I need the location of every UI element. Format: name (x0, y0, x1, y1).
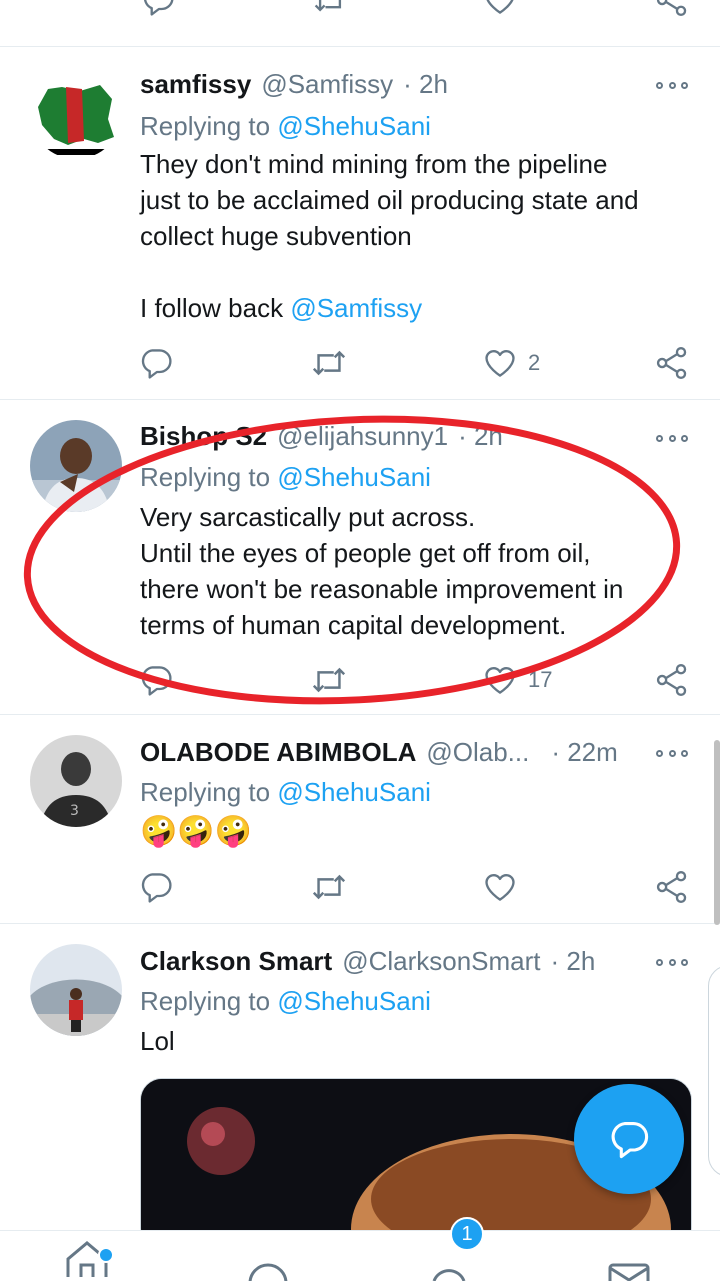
share-icon (654, 662, 690, 698)
reply-icon (138, 869, 174, 905)
share-icon (654, 345, 690, 381)
nav-search[interactable] (242, 1231, 302, 1286)
scrollbar[interactable] (714, 740, 720, 925)
mail-icon (608, 1263, 650, 1286)
retweet-icon (310, 344, 348, 382)
more-options-icon[interactable] (656, 77, 688, 93)
like-count: 17 (528, 667, 553, 692)
tweet-actions (0, 867, 720, 907)
like-icon (482, 345, 518, 381)
avatar[interactable] (30, 420, 122, 512)
share-button[interactable] (654, 867, 690, 907)
reply-icon[interactable] (140, 0, 176, 18)
tweet-actions: 2 (0, 343, 720, 383)
like-button[interactable]: 2 (482, 343, 540, 383)
retweet-button[interactable] (310, 343, 348, 383)
replying-to-mention[interactable]: @ShehuSani (277, 111, 431, 141)
like-icon (482, 662, 518, 698)
reply-icon (138, 662, 174, 698)
display-name[interactable]: Bishop S2 (140, 421, 267, 452)
like-icon[interactable] (482, 0, 518, 18)
tweet-samfissy[interactable]: samfissy @Samfissy · 2h Replying to @She… (0, 47, 720, 400)
tweet-bishop-s2[interactable]: Bishop S2 @elijahsunny1 · 2h Replying to… (0, 400, 720, 715)
tweet-emoji: 🤪🤪🤪 (140, 815, 253, 848)
tweet-text: They don't mind mining from the pipeline… (140, 149, 639, 323)
user-handle[interactable]: @Olab... (426, 737, 529, 768)
tweet-text: Lol (140, 1026, 175, 1056)
svg-text:3: 3 (70, 803, 79, 819)
compose-reply-button[interactable] (574, 1084, 684, 1194)
retweet-icon (310, 868, 348, 906)
timestamp: · 22m (551, 736, 618, 767)
timestamp: · 2h (403, 68, 448, 99)
avatar[interactable]: 3 (30, 735, 122, 827)
avatar[interactable] (30, 67, 122, 159)
replying-to: Replying to @ShehuSani (140, 777, 431, 807)
reply-button[interactable] (138, 660, 174, 700)
search-icon (248, 1263, 288, 1286)
nav-messages[interactable] (604, 1231, 664, 1286)
like-button[interactable] (482, 867, 518, 907)
home-new-dot (98, 1247, 114, 1263)
display-name[interactable]: OLABODE ABIMBOLA (140, 737, 416, 768)
timestamp: · 2h (550, 945, 596, 976)
share-icon[interactable] (654, 0, 690, 18)
replying-to: Replying to @ShehuSani (140, 462, 431, 492)
replying-to-mention[interactable]: @ShehuSani (277, 986, 431, 1016)
like-count: 2 (528, 350, 541, 375)
replying-to-mention[interactable]: @ShehuSani (277, 462, 431, 492)
avatar[interactable] (30, 944, 122, 1036)
more-options-icon[interactable] (656, 745, 688, 761)
replying-to: Replying to @ShehuSani (140, 111, 431, 141)
replying-to: Replying to @ShehuSani (140, 986, 431, 1016)
like-icon (482, 869, 518, 905)
display-name[interactable]: Clarkson Smart (140, 946, 332, 977)
reply-button[interactable] (138, 343, 174, 383)
retweet-icon (310, 661, 348, 699)
share-button[interactable] (654, 343, 690, 383)
user-handle[interactable]: @Samfissy (261, 69, 393, 100)
previous-tweet-actions (0, 0, 720, 47)
timestamp: · 2h (458, 420, 503, 451)
notifications-badge: 1 (450, 1217, 484, 1251)
reply-icon (138, 345, 174, 381)
retweet-icon[interactable] (312, 0, 348, 18)
more-options-icon[interactable] (656, 954, 688, 970)
tweet-text: Very sarcastically put across. Until the… (140, 502, 624, 640)
like-button[interactable]: 17 (482, 660, 552, 700)
retweet-button[interactable] (310, 867, 348, 907)
display-name[interactable]: samfissy (140, 69, 251, 100)
share-button[interactable] (654, 660, 690, 700)
bottom-navigation: 1 (0, 1217, 720, 1286)
more-options-icon[interactable] (656, 430, 688, 446)
edge-panel-handle[interactable] (708, 965, 720, 1177)
retweet-button[interactable] (310, 660, 348, 700)
reply-icon (611, 1122, 649, 1159)
tweet-olabode-abimbola[interactable]: 3 OLABODE ABIMBOLA @Olab... · 22m Replyi… (0, 715, 720, 924)
reply-button[interactable] (138, 867, 174, 907)
follow-mention[interactable]: @Samfissy (290, 293, 422, 323)
replying-to-mention[interactable]: @ShehuSani (277, 777, 431, 807)
user-handle[interactable]: @elijahsunny1 (277, 421, 448, 452)
user-handle[interactable]: @ClarksonSmart (342, 946, 540, 977)
tweet-actions: 17 (0, 660, 720, 700)
nav-home[interactable] (62, 1231, 122, 1281)
nav-notifications[interactable]: 1 (424, 1217, 484, 1282)
share-icon (654, 869, 690, 905)
